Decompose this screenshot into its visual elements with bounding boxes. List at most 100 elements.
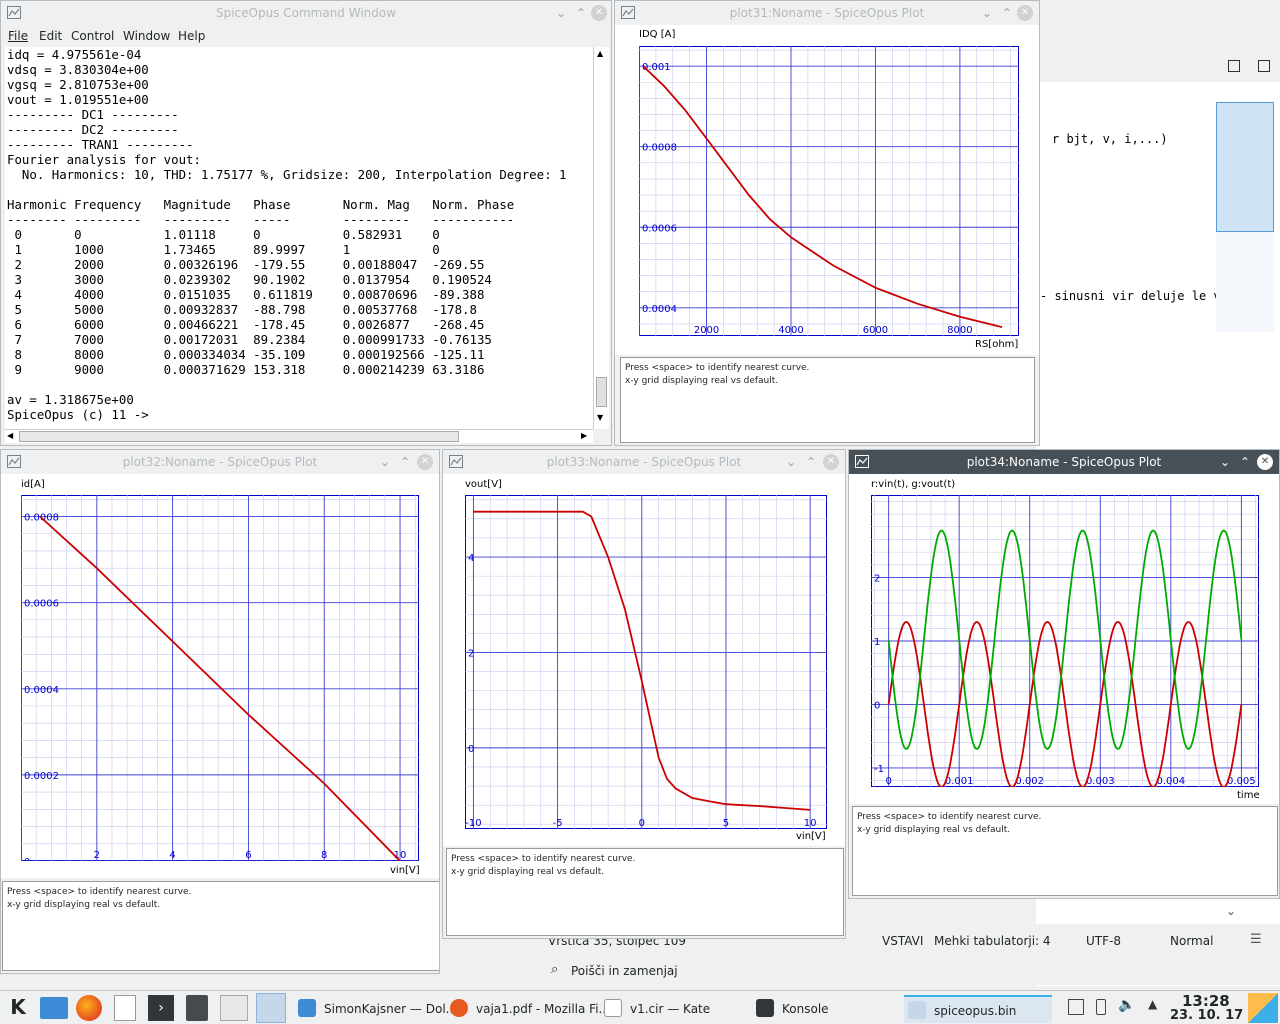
- menu-edit[interactable]: Edit: [39, 29, 62, 43]
- kate-status-type[interactable]: Normal: [1170, 934, 1213, 948]
- console-line: 1 1000 1.73465 89.9997 1 0: [7, 242, 440, 257]
- x-tick-label: 0.003: [1086, 776, 1115, 787]
- status-line-1: Press <space> to identify nearest curve.: [451, 854, 636, 864]
- task-konsole[interactable]: Konsole: [752, 995, 900, 1023]
- y-tick-label: 0.0006: [642, 223, 677, 234]
- calculator-launcher-icon[interactable]: [186, 995, 208, 1021]
- konsole-launcher-icon[interactable]: ›: [148, 995, 174, 1021]
- kate-find-replace[interactable]: Poišči in zamenjaj: [571, 964, 678, 978]
- x-tick-label: 6000: [863, 325, 888, 336]
- kate-view-icon-1[interactable]: [1228, 60, 1240, 72]
- console-line: 8 8000 0.000334034 -35.109 0.000192566 -…: [7, 347, 485, 362]
- plot33-chart[interactable]: -10 -5 0 5 10 4 2 0: [465, 495, 827, 829]
- plot33-canvas[interactable]: vout[V] -10 -5 0 5 10 4 2 0 vin[V]: [443, 474, 845, 846]
- kate-code-line-2[interactable]: - sinusni vir deluje le v: [1040, 289, 1221, 303]
- console-line: Harmonic Frequency Magnitude Phase Norm.…: [7, 197, 515, 212]
- plot32-canvas[interactable]: id[A] 2468100.00080.00060.00040.00020 vi…: [1, 474, 439, 878]
- maximize-button[interactable]: ⌃: [999, 5, 1015, 21]
- y-tick-label: 2: [874, 574, 880, 585]
- close-button[interactable]: ✕: [823, 454, 839, 470]
- y-tick-label: 0.001: [642, 62, 671, 73]
- menu-window[interactable]: Window: [123, 29, 170, 43]
- plot33-titlebar[interactable]: plot33:Noname - SpiceOpus Plot ⌄ ⌃ ✕: [443, 450, 845, 474]
- close-button[interactable]: ✕: [1257, 454, 1273, 470]
- console-output[interactable]: idq = 4.975561e-04 vdsq = 3.830304e+00 vgs…: [5, 47, 593, 429]
- task-label: SimonKajsner — Dol...: [324, 1002, 458, 1016]
- kate-status-encoding[interactable]: UTF-8: [1086, 934, 1121, 948]
- plot31-canvas[interactable]: IDQ [A] 2000 4000 6000 8000 0.001 0.0008 0.000…: [615, 25, 1039, 355]
- close-button[interactable]: ✕: [1017, 5, 1033, 21]
- console-line: vgsq = 2.810753e+00: [7, 77, 149, 92]
- plot31-xlabel: RS[ohm]: [975, 339, 1019, 350]
- dolphin-launcher-icon[interactable]: [40, 997, 68, 1019]
- usb-icon[interactable]: [1096, 999, 1106, 1015]
- x-tick-label: 8: [321, 850, 327, 861]
- close-button[interactable]: ✕: [417, 454, 433, 470]
- console-line: 3 3000 0.0239302 90.1902 0.0137954 0.190…: [7, 272, 492, 287]
- minimize-button[interactable]: ⌄: [979, 5, 995, 21]
- maximize-button[interactable]: ⌃: [1237, 454, 1253, 470]
- close-button[interactable]: ✕: [591, 5, 607, 21]
- plot34-chart[interactable]: 0 0.001 0.002 0.003 0.004 0.005210-1: [871, 495, 1259, 787]
- spiceopus-launcher-icon[interactable]: [256, 993, 286, 1023]
- scroll-up-arrow-icon[interactable]: ▲: [597, 49, 603, 58]
- task-firefox[interactable]: vaja1.pdf - Mozilla Fi...: [446, 995, 610, 1023]
- console-line: 9 9000 0.000371629 153.318 0.000214239 6…: [7, 362, 485, 377]
- horizontal-scroll-thumb[interactable]: [19, 431, 459, 442]
- tray-expand-icon[interactable]: ▲: [1148, 997, 1157, 1011]
- console-line: idq = 4.975561e-04: [7, 47, 142, 62]
- maximize-button[interactable]: ⌃: [397, 454, 413, 470]
- menu-file[interactable]: File: [8, 29, 28, 43]
- kate-code-line-1[interactable]: r bjt, v, i,...): [1052, 132, 1168, 146]
- menu-control[interactable]: Control: [71, 29, 114, 43]
- plot32-titlebar[interactable]: plot32:Noname - SpiceOpus Plot ⌄ ⌃ ✕: [1, 450, 439, 474]
- kate-status-tabs[interactable]: Mehki tabulatorji: 4: [934, 934, 1051, 948]
- minimize-button[interactable]: ⌄: [1217, 454, 1233, 470]
- task-kate[interactable]: v1.cir — Kate: [600, 995, 748, 1023]
- status-line-1: Press <space> to identify nearest curve.: [625, 363, 810, 373]
- scroll-down-arrow-icon[interactable]: ▼: [597, 413, 603, 422]
- kate-view-icon-2[interactable]: [1258, 60, 1270, 72]
- maximize-button[interactable]: ⌃: [573, 5, 589, 21]
- menu-help[interactable]: Help: [178, 29, 205, 43]
- clock-date[interactable]: 23. 10. 17: [1170, 1008, 1243, 1023]
- window-title: plot34:Noname - SpiceOpus Plot: [966, 455, 1162, 469]
- kate-launcher-icon[interactable]: [114, 995, 136, 1021]
- horizontal-scrollbar[interactable]: ◀ ▶: [5, 429, 593, 443]
- minimize-button[interactable]: ⌄: [553, 5, 569, 21]
- plot32-chart[interactable]: 2468100.00080.00060.00040.00020: [21, 495, 419, 861]
- task-dolphin[interactable]: SimonKajsner — Dol...: [294, 995, 457, 1023]
- application-launcher-icon[interactable]: K: [4, 995, 32, 1021]
- editor-launcher-icon[interactable]: [220, 995, 248, 1021]
- plot34-titlebar[interactable]: plot34:Noname - SpiceOpus Plot ⌄ ⌃ ✕: [849, 450, 1279, 474]
- kate-menu-icon[interactable]: ☰: [1250, 932, 1262, 947]
- scroll-left-arrow-icon[interactable]: ◀: [7, 431, 13, 440]
- task-spiceopus[interactable]: spiceopus.bin: [904, 995, 1052, 1023]
- kate-minimap[interactable]: [1216, 102, 1274, 332]
- console-line: 6 6000 0.00466221 -178.45 0.0026877 -268…: [7, 317, 485, 332]
- kate-status-mode[interactable]: VSTAVI: [882, 934, 923, 948]
- plot33-window: plot33:Noname - SpiceOpus Plot ⌄ ⌃ ✕ vou…: [442, 449, 846, 939]
- search-icon[interactable]: ⌕: [551, 962, 558, 977]
- network-icon[interactable]: [1068, 999, 1084, 1015]
- scroll-thumb[interactable]: [596, 377, 607, 407]
- plot31-chart[interactable]: 2000 4000 6000 8000 0.001 0.0008 0.0006 0.0004: [639, 46, 1019, 336]
- scroll-right-arrow-icon[interactable]: ▶: [581, 431, 587, 440]
- volume-icon[interactable]: 🔈: [1118, 997, 1135, 1013]
- plot34-canvas[interactable]: r:vin(t), g:vout(t) 0 0.001 0.002 0.003 0.00…: [849, 474, 1279, 804]
- minimize-button[interactable]: ⌄: [377, 454, 393, 470]
- command-window-titlebar[interactable]: SpiceOpus Command Window ⌄ ⌃ ✕: [1, 1, 611, 25]
- show-desktop-icon[interactable]: [1248, 993, 1278, 1023]
- x-tick-label: 5: [723, 818, 729, 829]
- plot31-ylabel: IDQ [A]: [639, 29, 676, 40]
- minimize-button[interactable]: ⌄: [783, 454, 799, 470]
- maximize-button[interactable]: ⌃: [803, 454, 819, 470]
- x-tick-label: -10: [465, 818, 481, 829]
- vertical-scrollbar[interactable]: ▲ ▼: [593, 47, 609, 429]
- plot31-titlebar[interactable]: plot31:Noname - SpiceOpus Plot ⌄ ⌃ ✕: [615, 1, 1039, 25]
- kate-toolbar: [1036, 46, 1280, 82]
- kate-chevron-down-icon[interactable]: ⌄: [1226, 904, 1236, 918]
- console-line: 5 5000 0.00932837 -88.798 0.00537768 -17…: [7, 302, 477, 317]
- firefox-launcher-icon[interactable]: [76, 995, 102, 1021]
